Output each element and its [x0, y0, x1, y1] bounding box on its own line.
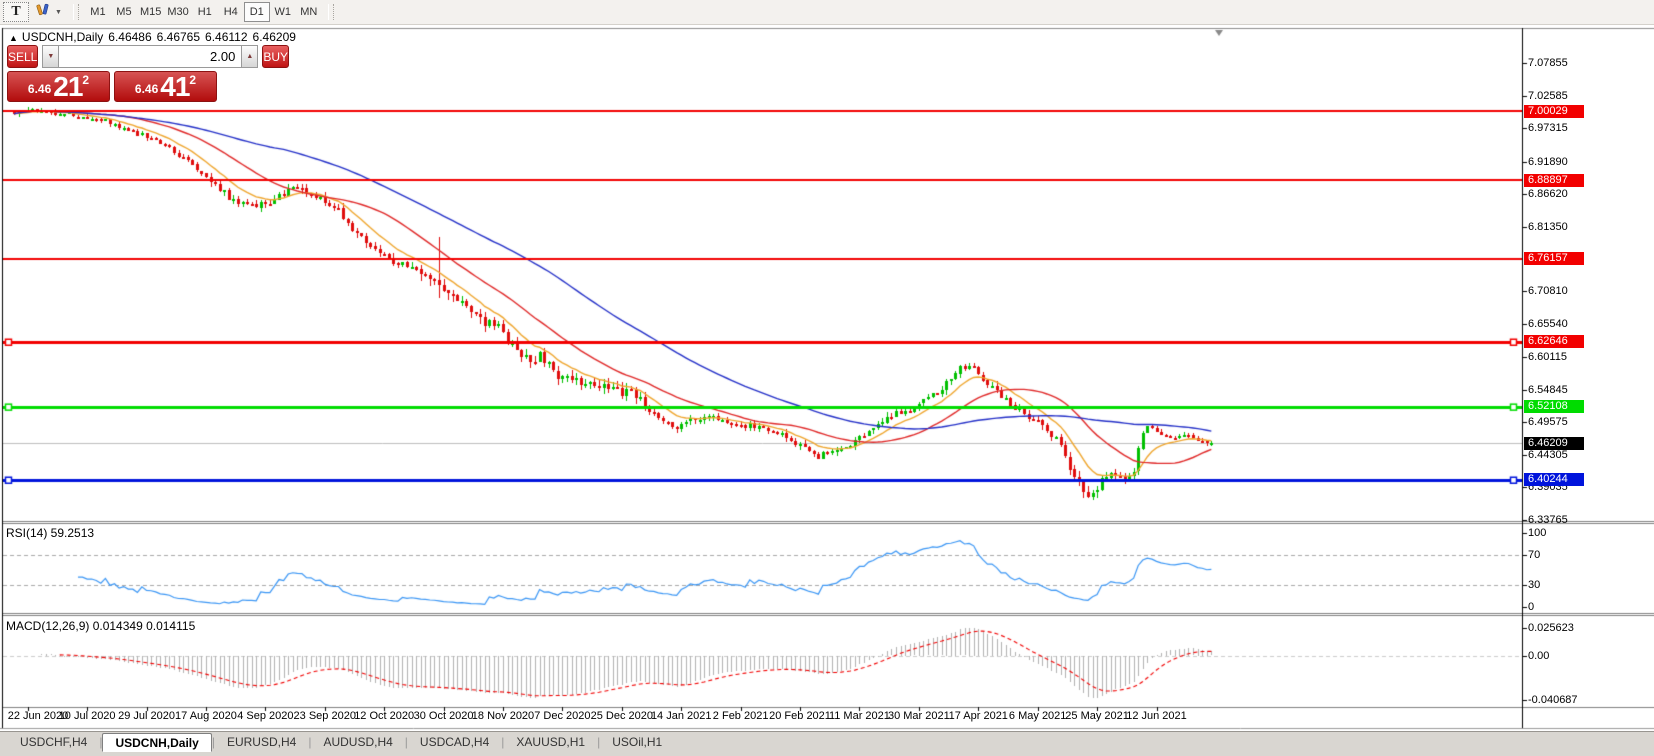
price-axis-label: 7.02585 [1528, 90, 1568, 102]
rsi-axis-label: 100 [1528, 527, 1546, 539]
sell-price-pips: 21 [53, 73, 82, 100]
text-label-tool-icon[interactable]: T [3, 2, 29, 22]
lot-size-stepper: ▼ ▲ [42, 45, 258, 68]
date-axis-label: 18 Nov 2020 [472, 710, 534, 722]
macd-axis-label: -0.040687 [1528, 694, 1578, 706]
level-price-tag[interactable]: 6.52108 [1524, 400, 1584, 413]
rsi-axis-label: 30 [1528, 579, 1540, 591]
level-price-tag[interactable]: 6.62646 [1524, 335, 1584, 348]
chart-ohlc-header: ▲ USDCNH,Daily 6.46486 6.46765 6.46112 6.4620… [9, 30, 301, 44]
sell-price-panel[interactable]: 6.46 21 2 [7, 71, 110, 102]
price-axis-label: 6.49575 [1528, 416, 1568, 428]
timeframe-h1[interactable]: H1 [192, 2, 218, 22]
date-axis-label: 25 May 2021 [1065, 710, 1129, 722]
date-axis-label: 10 Jul 2020 [59, 710, 116, 722]
price-axis-label: 6.91890 [1528, 156, 1568, 168]
date-axis-label: 29 Jul 2020 [118, 710, 175, 722]
mt4-window: T ▼ M1M5M15M30H1H4D1W1MN ▲ USDCNH,Daily 6.… [0, 0, 1654, 756]
chart-canvas[interactable] [0, 0, 1654, 756]
date-axis-label: 14 Jan 2021 [651, 710, 712, 722]
chart-styles-button[interactable]: ▼ [33, 2, 65, 22]
price-axis-label: 6.97315 [1528, 122, 1568, 134]
date-axis-label: 7 Dec 2020 [534, 710, 590, 722]
buy-button[interactable]: BUY [262, 45, 289, 68]
date-axis-label: 17 Aug 2020 [175, 710, 237, 722]
price-axis-label: 6.86620 [1528, 188, 1568, 200]
price-axis-label: 6.44305 [1528, 449, 1568, 461]
macd-axis-label: 0.025623 [1528, 622, 1574, 634]
status-strip [0, 752, 1654, 756]
sell-price-fraction: 2 [82, 73, 89, 87]
date-axis-label: 4 Sep 2020 [237, 710, 293, 722]
date-axis-label: 12 Oct 2020 [354, 710, 414, 722]
sell-price-prefix: 6.46 [28, 82, 51, 96]
level-price-tag[interactable]: 6.88897 [1524, 174, 1584, 187]
ohlc-high: 6.46765 [157, 30, 200, 44]
timeframe-m5[interactable]: M5 [111, 2, 137, 22]
price-axis-label: 6.65540 [1528, 318, 1568, 330]
chart-symbol-title: USDCNH,Daily [22, 30, 103, 44]
date-axis-label: 20 Feb 2021 [769, 710, 831, 722]
price-axis-label: 6.33765 [1528, 514, 1568, 526]
level-price-tag[interactable]: 6.40244 [1524, 473, 1584, 486]
current-price-tag: 6.46209 [1524, 437, 1584, 450]
tab-usdchf-h4[interactable]: USDCHF,H4 [8, 732, 99, 752]
sell-button[interactable]: SELL [7, 45, 38, 68]
timeframe-button-group: M1M5M15M30H1H4D1W1MN [85, 2, 322, 22]
level-price-tag[interactable]: 7.00029 [1524, 105, 1584, 118]
timeframe-mn[interactable]: MN [296, 2, 322, 22]
timeframe-m1[interactable]: M1 [85, 2, 111, 22]
timeframe-m30[interactable]: M30 [164, 2, 191, 22]
date-axis-label: 30 Mar 2021 [888, 710, 950, 722]
chevron-down-icon: ▼ [55, 9, 62, 16]
timeframe-w1[interactable]: W1 [270, 2, 296, 22]
date-axis-label: 23 Sep 2020 [294, 710, 356, 722]
tab-eurusd-h4[interactable]: EURUSD,H4 [215, 732, 308, 752]
timeframe-d1[interactable]: D1 [244, 2, 270, 22]
ohlc-open: 6.46486 [108, 30, 151, 44]
date-axis-label: 25 Dec 2020 [591, 710, 653, 722]
toolbar-separator [73, 4, 79, 20]
rsi-axis-label: 70 [1528, 549, 1540, 561]
tab-usoil-h1[interactable]: USOil,H1 [600, 732, 674, 752]
rsi-axis-label: 0 [1528, 601, 1534, 613]
one-click-trade-widget: SELL ▼ ▲ BUY 6.46 21 2 6.46 41 2 [7, 45, 217, 102]
price-axis-label: 6.54845 [1528, 384, 1568, 396]
macd-axis-label: 0.00 [1528, 650, 1549, 662]
tab-usdcad-h4[interactable]: USDCAD,H4 [408, 732, 501, 752]
crayons-icon [36, 2, 52, 22]
price-axis-label: 6.70810 [1528, 285, 1568, 297]
lot-increase-button[interactable]: ▲ [241, 45, 258, 68]
tab-audusd-h4[interactable]: AUDUSD,H4 [311, 732, 404, 752]
date-axis-label: 6 May 2021 [1009, 710, 1066, 722]
tab-xauusd-h1[interactable]: XAUUSD,H1 [504, 732, 597, 752]
date-axis-label: 12 Jun 2021 [1126, 710, 1187, 722]
timeframe-h4[interactable]: H4 [218, 2, 244, 22]
ohlc-close: 6.46209 [253, 30, 296, 44]
top-toolbar: T ▼ M1M5M15M30H1H4D1W1MN [0, 0, 1654, 25]
lot-size-input[interactable] [59, 45, 241, 68]
price-axis-label: 6.81350 [1528, 221, 1568, 233]
buy-price-prefix: 6.46 [135, 82, 158, 96]
macd-pane-label: MACD(12,26,9) 0.014349 0.014115 [6, 619, 195, 633]
ohlc-low: 6.46112 [205, 30, 248, 44]
date-axis-label: 2 Feb 2021 [713, 710, 769, 722]
date-axis-label: 17 Apr 2021 [949, 710, 1008, 722]
tab-usdcnh-daily[interactable]: USDCNH,Daily [102, 733, 211, 752]
toolbar-separator [328, 4, 334, 20]
price-axis-label: 7.07855 [1528, 57, 1568, 69]
rsi-pane-label: RSI(14) 59.2513 [6, 526, 94, 540]
level-price-tag[interactable]: 6.76157 [1524, 252, 1584, 265]
collapse-panel-icon[interactable]: ▲ [9, 33, 18, 43]
buy-price-fraction: 2 [189, 73, 196, 87]
timeframe-m15[interactable]: M15 [137, 2, 164, 22]
buy-price-pips: 41 [160, 73, 189, 100]
lot-decrease-button[interactable]: ▼ [42, 45, 59, 68]
date-axis-label: 11 Mar 2021 [829, 710, 890, 722]
price-axis-label: 6.60115 [1528, 351, 1567, 363]
buy-price-panel[interactable]: 6.46 41 2 [114, 71, 217, 102]
chart-tab-bar: USDCHF,H4|USDCNH,Daily|EURUSD,H4|AUDUSD,… [0, 731, 1654, 752]
date-axis-label: 30 Oct 2020 [414, 710, 474, 722]
